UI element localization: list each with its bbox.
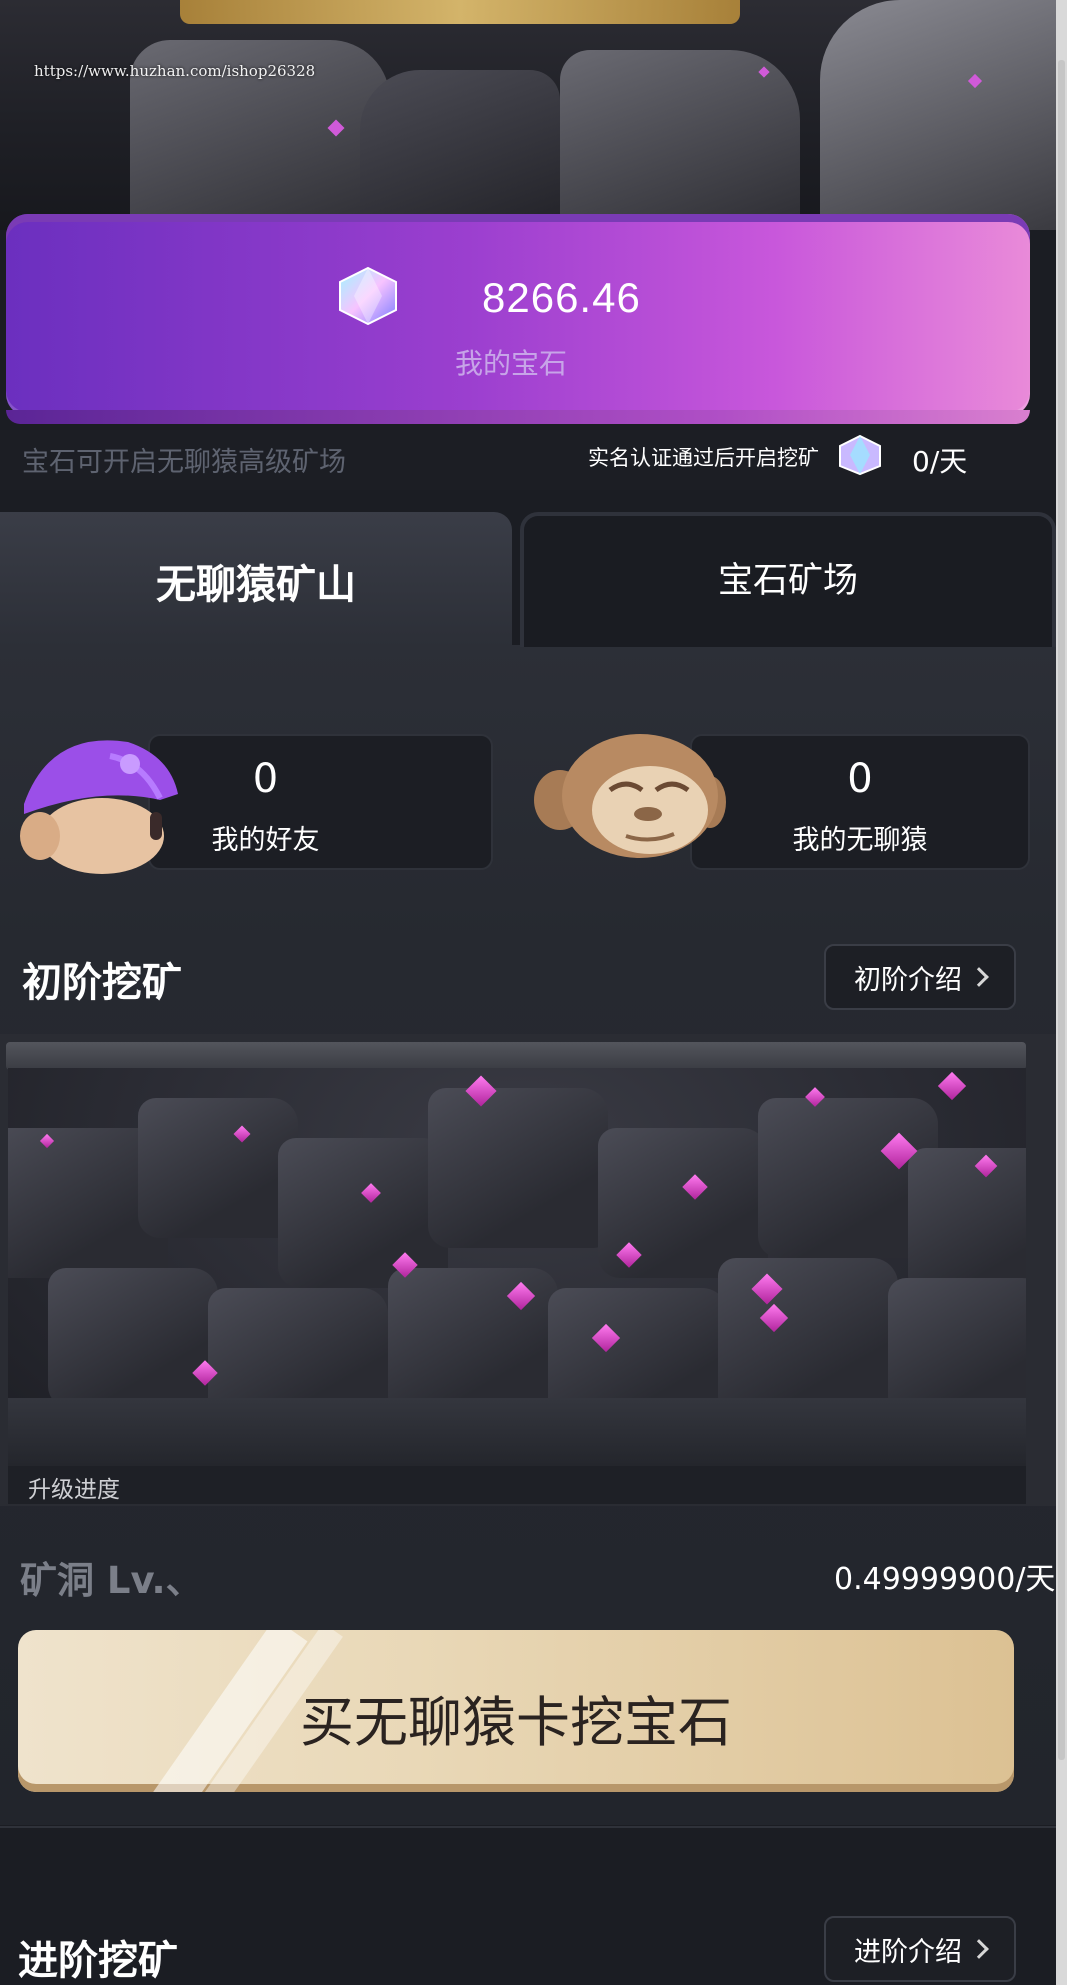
tab-label: 宝石矿场: [717, 561, 858, 601]
buy-button-label: 买无聊猿卡挖宝石: [300, 1691, 732, 1754]
tab-ape-mine[interactable]: 无聊猿矿山: [0, 512, 512, 647]
rock-shape: [360, 70, 560, 230]
buy-ape-card-button[interactable]: 买无聊猿卡挖宝石: [18, 1630, 1014, 1792]
mine-level-text: 矿洞 Lv.、: [20, 1559, 203, 1602]
tab-label: 无聊猿矿山: [156, 562, 356, 608]
rock-shape: [388, 1268, 558, 1418]
watermark-text: https://www.huzhan.com/ishop26328: [34, 62, 316, 80]
rock-shape: [718, 1258, 898, 1418]
chevron-right-icon: [969, 967, 989, 987]
mine-rail: [6, 1042, 1026, 1070]
rock-shape: [48, 1268, 218, 1408]
rock-shape: [820, 0, 1060, 230]
advanced-intro-button[interactable]: 进阶介绍: [824, 1916, 1016, 1982]
rock-shape: [428, 1088, 608, 1248]
chevron-right-icon: [969, 1939, 989, 1959]
friends-count: 0: [252, 756, 279, 802]
basic-intro-button[interactable]: 初阶介绍: [824, 944, 1016, 1010]
friends-label: 我的好友: [211, 825, 320, 856]
rock-shape: [138, 1098, 298, 1238]
rock-shape: [278, 1138, 448, 1288]
gem-icon: [839, 434, 881, 476]
upgrade-progress-label: 升级进度: [28, 1477, 120, 1503]
rock-shape: [888, 1278, 1026, 1418]
ape-avatar-icon: [534, 734, 726, 858]
gem-label: 我的宝石: [455, 347, 568, 380]
mine-floor: [8, 1398, 1026, 1470]
basic-intro-label: 初阶介绍: [854, 964, 962, 996]
page: https://www.huzhan.com/ishop26328 8266.4…: [0, 0, 1067, 1985]
game-logo-strip: [180, 0, 740, 24]
crystal-icon: [937, 1071, 967, 1101]
basic-mining-title: 初阶挖矿: [22, 960, 182, 1006]
rock-shape: [908, 1148, 1026, 1298]
verification-hint-text: 实名认证通过后开启挖矿: [588, 446, 819, 470]
miner-avatar-icon: [20, 740, 178, 874]
tab-gem-field[interactable]: 宝石矿场: [520, 512, 1056, 647]
gem-balance-card: 8266.46 我的宝石: [6, 214, 1030, 424]
section-divider: [0, 1826, 1056, 1828]
upgrade-progress-bar: [8, 1466, 1026, 1504]
daily-gem-count: 0/天: [912, 445, 968, 478]
advanced-mining-title: 进阶挖矿: [18, 1938, 178, 1984]
scrollbar-thumb[interactable]: [1058, 60, 1065, 1760]
mine-rate-text: 0.49999900/天: [834, 1562, 1056, 1597]
card-lip: [6, 410, 1030, 424]
top-banner-image: https://www.huzhan.com/ishop26328: [0, 0, 1067, 230]
apes-count: 0: [847, 756, 873, 802]
gem-amount: 8266.46: [482, 274, 641, 321]
gem-hint-text: 宝石可开启无聊猿高级矿场: [22, 447, 346, 478]
advanced-intro-label: 进阶介绍: [854, 1936, 962, 1968]
gem-icon: [339, 266, 397, 326]
apes-label: 我的无聊猿: [792, 825, 928, 856]
